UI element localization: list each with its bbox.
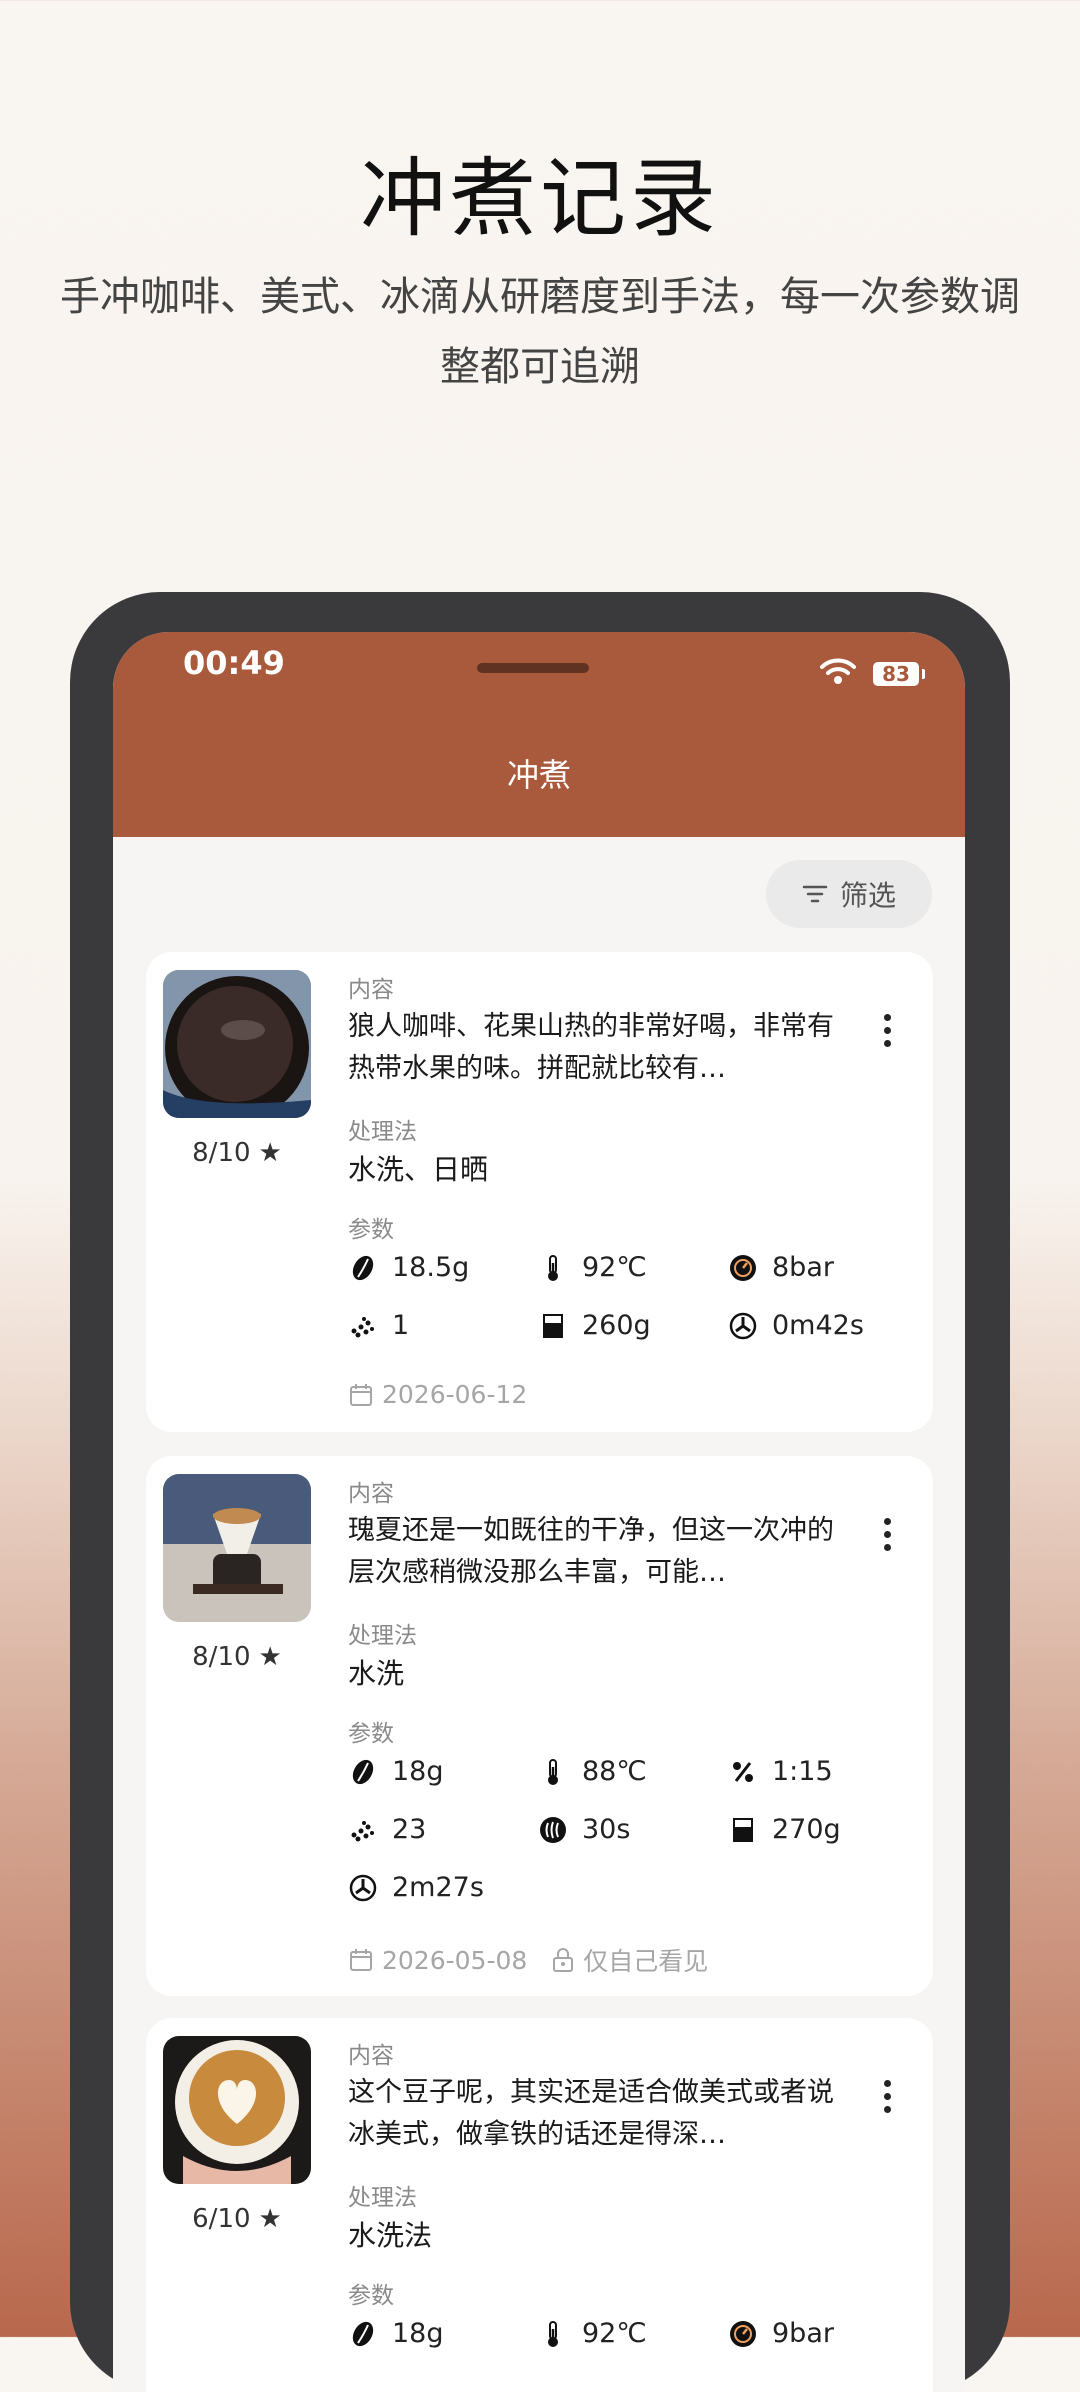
content-label: 内容 [348,977,394,1003]
more-menu-button[interactable] [884,1518,892,1557]
param-ratio: 1:15 [728,1756,833,1787]
record-photo[interactable] [163,970,311,1118]
param-bloom: 30s [538,1814,630,1845]
grind-icon [351,1820,374,1841]
record-card[interactable]: 8/10 ★ 内容 狼人咖啡、花果山热的非常好喝，非常有热带水果的味。拼配就比较… [146,952,933,1432]
params-label: 参数 [348,2283,394,2309]
process-label: 处理法 [348,1119,417,1145]
process-label: 处理法 [348,2185,417,2211]
battery-icon: 83 [873,662,925,686]
content-text: 这个豆子呢，其实还是适合做美式或者说冰美式，做拿铁的话还是得深… [348,2077,834,2150]
promo-title: 冲煮记录 [360,149,720,249]
star-icon: ★ [258,2204,282,2234]
rating: 8/10 ★ [163,1642,311,1672]
pressure-gauge-icon [730,2320,756,2347]
filter-icon [802,885,828,903]
coffee-bean-icon [352,1759,374,1784]
record-date: 2026-06-12 [382,1380,528,1409]
star-icon: ★ [258,1642,282,1672]
app-screen: 00:49 83 冲煮 筛选 8/10 ★ 内容 狼人咖啡、花果山热的非常好喝，… [113,632,965,2392]
water-cup-icon [543,1313,563,1338]
more-menu-button[interactable] [884,2080,892,2119]
record-footer: 2026-06-12 [348,1380,541,1409]
process-value: 水洗法 [348,2219,433,2252]
coffee-bean-icon [352,2321,374,2346]
timer-icon [349,1874,377,1901]
param-temp: 92℃ [538,1252,647,1283]
record-card[interactable]: 8/10 ★ 内容 瑰夏还是一如既往的干净，但这一次冲的层次感稍微没那么丰富，可… [146,1456,933,1996]
param-water: 260g [538,1310,651,1341]
process-value: 水洗 [348,1657,405,1690]
calendar-icon [350,1383,372,1406]
content-label: 内容 [348,1481,394,1507]
param-pressure: 8bar [728,1252,834,1283]
param-dose: 18g [348,2318,444,2349]
param-time: 2m27s [348,1872,484,1903]
params-label: 参数 [348,1217,394,1243]
coffee-bean-icon [352,1255,374,1280]
rating: 8/10 ★ [163,1138,311,1168]
wifi-icon [820,658,856,684]
status-time: 00:49 [183,644,285,682]
param-dose: 18.5g [348,1252,469,1283]
notch-pill [477,663,589,673]
water-cup-icon [733,1817,753,1842]
param-water: 270g [728,1814,841,1845]
ratio-icon [733,1761,753,1782]
content-text: 狼人咖啡、花果山热的非常好喝，非常有热带水果的味。拼配就比较有… [348,1011,834,1084]
process-value: 水洗、日晒 [348,1153,489,1186]
filter-button[interactable]: 筛选 [766,860,932,928]
rating-value: 6/10 [192,2204,251,2234]
record-date: 2026-05-08 [382,1945,528,1975]
rating-value: 8/10 [192,1642,251,1672]
app-bar: 00:49 83 冲煮 [113,632,965,837]
content-text: 瑰夏还是一如既往的干净，但这一次冲的层次感稍微没那么丰富，可能… [348,1515,834,1588]
thermometer-icon [548,1758,558,1785]
promo-subtitle: 手冲咖啡、美式、冰滴从研磨度到手法，每一次参数调整都可追溯 [60,274,1020,390]
record-photo[interactable] [163,2036,311,2184]
params-label: 参数 [348,1721,394,1747]
param-grind: 1 [348,1310,409,1341]
bloom-icon [540,1816,566,1843]
thermometer-icon [548,1254,558,1281]
calendar-icon [350,1949,372,1971]
record-footer: 2026-05-08 仅自己看见 [348,1942,722,1978]
filter-label: 筛选 [839,879,896,912]
timer-icon [729,1312,757,1339]
privacy-label: 仅自己看见 [583,1947,709,1976]
rating-value: 8/10 [192,1138,251,1168]
param-time: 0m42s [728,1310,864,1341]
param-grind: 23 [348,1814,426,1845]
record-card[interactable]: 6/10 ★ 内容 这个豆子呢，其实还是适合做美式或者说冰美式，做拿铁的话还是得… [146,2018,933,2392]
more-menu-button[interactable] [884,1014,892,1053]
param-temp: 92℃ [538,2318,647,2349]
content-label: 内容 [348,2043,394,2069]
app-bar-title: 冲煮 [506,756,571,794]
grind-icon [351,1316,374,1337]
rating: 6/10 ★ [163,2204,311,2234]
param-temp: 88℃ [538,1756,647,1787]
process-label: 处理法 [348,1623,417,1649]
thermometer-icon [548,2320,558,2347]
star-icon: ★ [258,1138,282,1168]
param-dose: 18g [348,1756,444,1787]
pressure-gauge-icon [730,1254,756,1281]
record-photo[interactable] [163,1474,311,1622]
param-pressure: 9bar [728,2318,834,2349]
lock-icon [553,1948,574,1972]
